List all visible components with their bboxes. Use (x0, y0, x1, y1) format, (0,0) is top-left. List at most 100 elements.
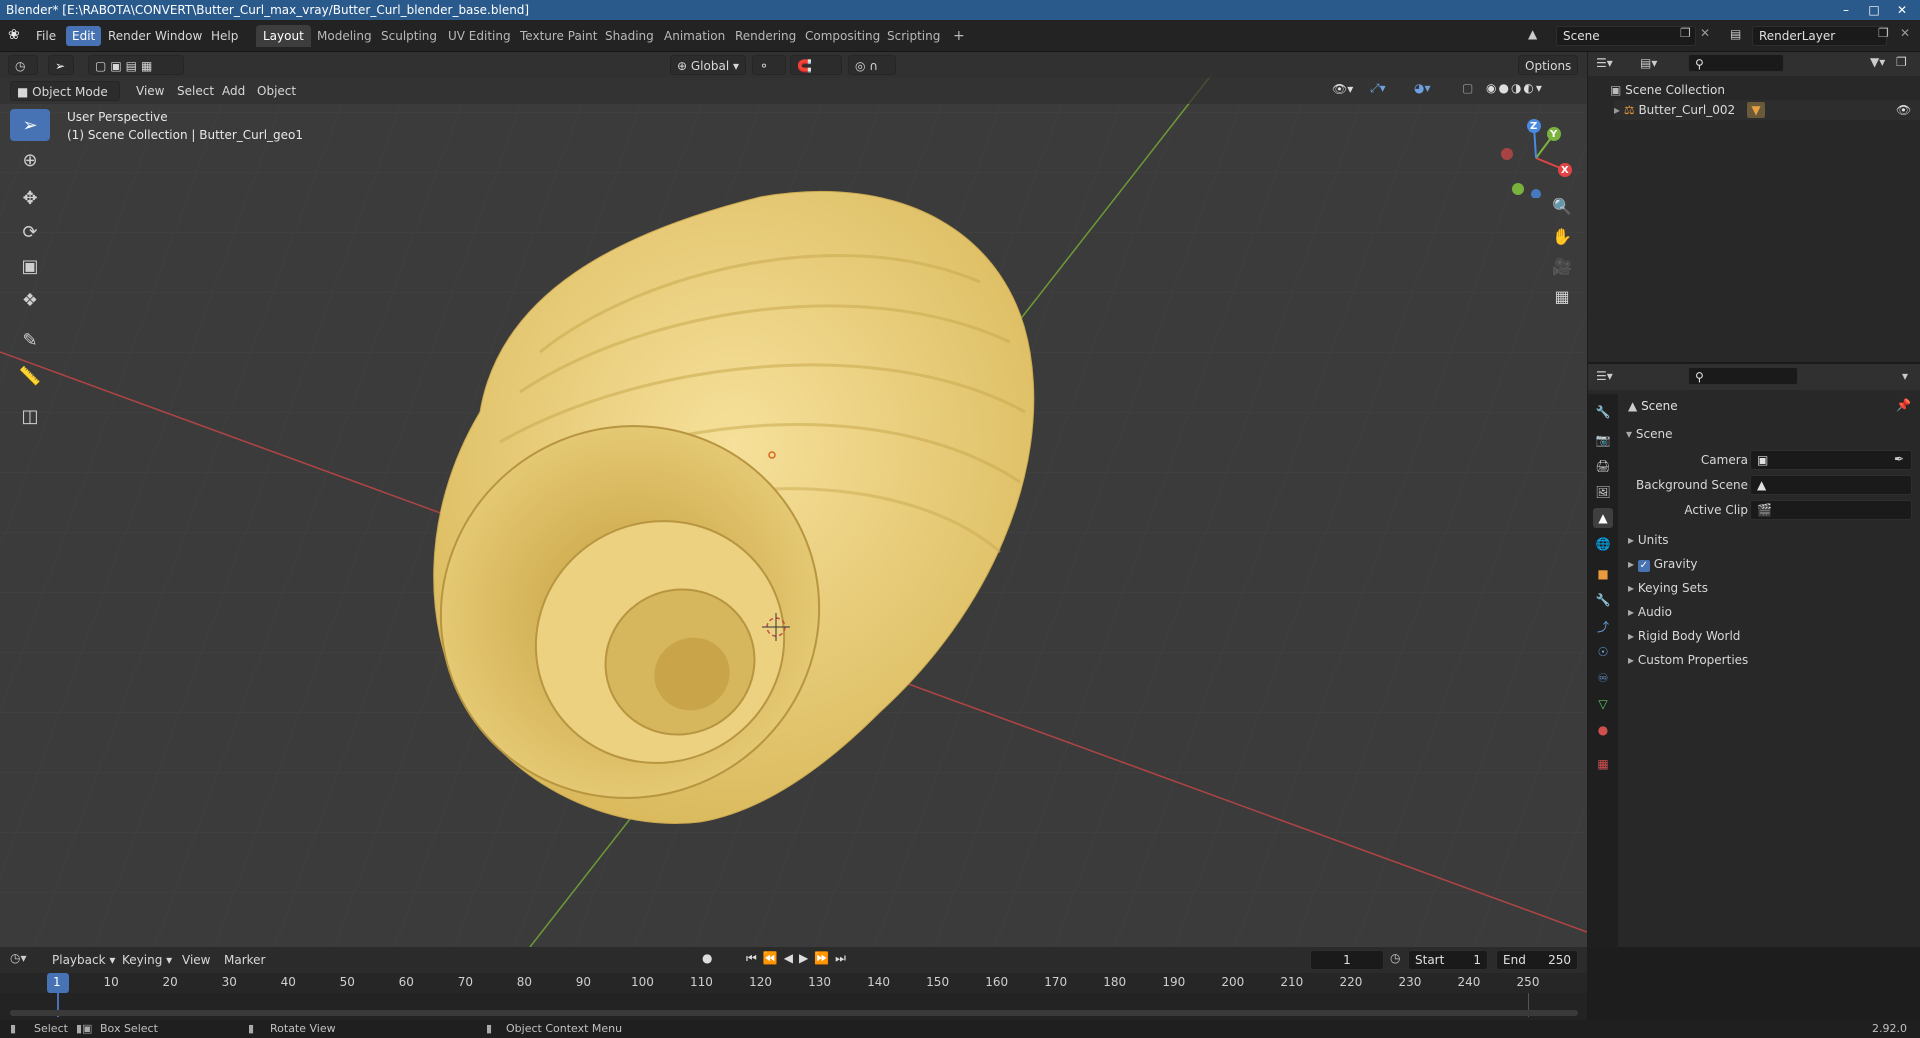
snap-icon[interactable]: 🧲 (790, 55, 842, 75)
world-tab-icon[interactable]: 🌐 (1593, 534, 1613, 554)
audio-subpanel[interactable]: ▸ Audio (1628, 602, 1672, 622)
blender-logo-icon[interactable]: ❀ (8, 27, 20, 43)
menu-view[interactable]: View (130, 81, 170, 101)
gravity-checkbox[interactable]: ✓ (1637, 560, 1650, 572)
zoom-icon[interactable]: 🔍 (1548, 192, 1576, 220)
tab-shading[interactable]: Shading (598, 25, 661, 47)
pin-icon[interactable]: 📌 (1896, 398, 1911, 412)
gizmo-neg-y-axis[interactable] (1512, 183, 1524, 195)
view-layer-field[interactable]: RenderLayer (1752, 26, 1887, 46)
tab-uv-editing[interactable]: UV Editing (441, 25, 518, 47)
pan-hand-icon[interactable]: ✋ (1548, 222, 1576, 250)
constraints-tab-icon[interactable]: ♾ (1593, 668, 1613, 688)
material-tab-icon[interactable]: ● (1593, 720, 1613, 740)
new-scene-icon[interactable]: ❐ (1680, 26, 1691, 40)
add-workspace-icon[interactable]: + (946, 25, 972, 47)
shading-mode-icons[interactable]: ◉●◑◐▾ (1486, 81, 1544, 95)
eyedropper-icon[interactable]: ✒ (1894, 452, 1904, 466)
tab-rendering[interactable]: Rendering (728, 25, 803, 47)
menu-select[interactable]: Select (171, 81, 220, 101)
menu-help[interactable]: Help (205, 26, 244, 46)
tab-compositing[interactable]: Compositing (798, 25, 887, 47)
scene-field[interactable]: Scene (1556, 26, 1696, 46)
background-scene-field[interactable]: ▲ (1750, 475, 1912, 495)
properties-options-icon[interactable]: ▾ (1902, 369, 1908, 383)
scene-panel-header[interactable]: ▾ Scene (1626, 424, 1672, 444)
tool-select-box-icon[interactable]: ➢ (10, 109, 50, 141)
transform-orientation-dropdown[interactable]: ⊕ Global ▾ (670, 55, 746, 75)
outliner-editor-type-icon[interactable]: ☰▾ (1596, 56, 1613, 70)
outliner-search-input[interactable]: ⚲ (1688, 54, 1784, 72)
timeline-scrollbar[interactable] (10, 1010, 1578, 1016)
gizmo-neg-x-axis[interactable] (1501, 148, 1513, 160)
visibility-icon[interactable]: 👁▾ (1332, 82, 1353, 96)
scene-selector-icon[interactable]: ▲ (1528, 27, 1537, 41)
overlay-toggle-icon[interactable]: ◕▾ (1414, 81, 1431, 95)
tool-cursor-icon[interactable]: ⊕ (10, 144, 50, 176)
tool-annotate-icon[interactable]: ✎ (10, 324, 50, 356)
tab-texture-paint[interactable]: Texture Paint (513, 25, 604, 47)
units-subpanel[interactable]: ▸ Units (1628, 530, 1669, 550)
tool-rotate-icon[interactable]: ⟳ (10, 216, 50, 248)
properties-search-input[interactable]: ⚲ (1688, 367, 1798, 385)
object-tab-icon[interactable]: ■ (1593, 564, 1613, 584)
pivot-icon[interactable]: ⚬ (752, 55, 786, 75)
outliner-scene-collection[interactable]: ▣ Scene Collection (1610, 80, 1725, 100)
delete-view-layer-icon[interactable]: ✕ (1900, 26, 1910, 40)
tab-animation[interactable]: Animation (657, 25, 732, 47)
outliner-item[interactable]: ▸ ⚖ Butter_Curl_002 ▼ 👁 (1614, 100, 1920, 120)
options-dropdown[interactable]: Options ▾ (1518, 55, 1578, 93)
minimize-button[interactable]: – (1832, 0, 1860, 20)
3d-viewport[interactable]: ◷ ➢ ▢▣▤▦ ⊕ Global ▾ ⚬ 🧲 ◎ ∩ Options ▾ ■ … (0, 52, 1587, 947)
maximize-button[interactable]: □ (1860, 0, 1888, 20)
new-view-layer-icon[interactable]: ❐ (1878, 26, 1889, 40)
visibility-eye-icon[interactable]: 👁 (1896, 100, 1911, 120)
gravity-subpanel[interactable]: ▸ ✓ Gravity (1628, 554, 1698, 574)
menu-window[interactable]: Window (149, 26, 208, 46)
physics-tab-icon[interactable]: ☉ (1593, 642, 1613, 662)
selection-mode-icons[interactable]: ▢▣▤▦ (88, 55, 184, 75)
tab-sculpting[interactable]: Sculpting (374, 25, 444, 47)
select-tool-icon[interactable]: ➢ (48, 55, 74, 75)
editor-type-icon[interactable]: ◷ (8, 55, 38, 75)
tool-tab-icon[interactable]: 🔧 (1593, 402, 1613, 422)
camera-field[interactable]: ▣ (1750, 450, 1912, 470)
xray-icon[interactable]: ▢ (1462, 81, 1473, 95)
new-collection-icon[interactable]: ❐ (1896, 55, 1907, 69)
modifier-icon[interactable]: ▼ (1747, 102, 1765, 118)
tab-layout[interactable]: Layout (256, 25, 311, 47)
expand-arrow-icon[interactable]: ▸ (1614, 103, 1620, 117)
menu-file[interactable]: File (30, 26, 62, 46)
menu-edit[interactable]: Edit (66, 26, 102, 46)
tool-scale-icon[interactable]: ▣ (10, 250, 50, 282)
delete-scene-icon[interactable]: ✕ (1700, 26, 1710, 40)
rigid-body-world-subpanel[interactable]: ▸ Rigid Body World (1628, 626, 1740, 646)
data-tab-icon[interactable]: ▽ (1593, 694, 1613, 714)
keying-sets-subpanel[interactable]: ▸ Keying Sets (1628, 578, 1708, 598)
perspective-grid-icon[interactable]: ▦ (1548, 282, 1576, 310)
tool-move-icon[interactable]: ✥ (10, 182, 50, 214)
gizmo-toggle-icon[interactable]: ⤢▾ (1370, 81, 1386, 96)
filter-icon[interactable]: ▼▾ (1870, 55, 1885, 69)
texture-tab-icon[interactable]: ▦ (1593, 754, 1613, 774)
view-layer-icon[interactable]: ▤ (1730, 27, 1741, 41)
gizmo-neg-z-axis[interactable] (1531, 189, 1541, 198)
modifier-tab-icon[interactable]: 🔧 (1593, 590, 1613, 610)
proportional-edit-icon[interactable]: ◎ ∩ (848, 55, 896, 75)
mode-dropdown[interactable]: ■ Object Mode ▾ (10, 81, 120, 119)
camera-view-icon[interactable]: 🎥 (1548, 252, 1576, 280)
menu-add[interactable]: Add (216, 81, 251, 101)
properties-editor-type-icon[interactable]: ☰▾ (1596, 369, 1613, 383)
render-tab-icon[interactable]: 📷 (1593, 430, 1613, 450)
tab-scripting[interactable]: Scripting (880, 25, 947, 47)
tool-measure-icon[interactable]: 📏 (10, 360, 50, 392)
menu-object[interactable]: Object (251, 81, 302, 101)
particles-tab-icon[interactable]: ⤴ (1593, 616, 1613, 636)
close-window-button[interactable]: ✕ (1888, 0, 1916, 20)
custom-properties-subpanel[interactable]: ▸ Custom Properties (1628, 650, 1748, 670)
display-mode-icon[interactable]: ▤▾ (1640, 56, 1657, 70)
active-clip-field[interactable]: 🎬 (1750, 500, 1912, 520)
tool-transform-icon[interactable]: ❖ (10, 284, 50, 316)
tool-add-cube-icon[interactable]: ◫ (10, 400, 50, 432)
tab-modeling[interactable]: Modeling (310, 25, 379, 47)
